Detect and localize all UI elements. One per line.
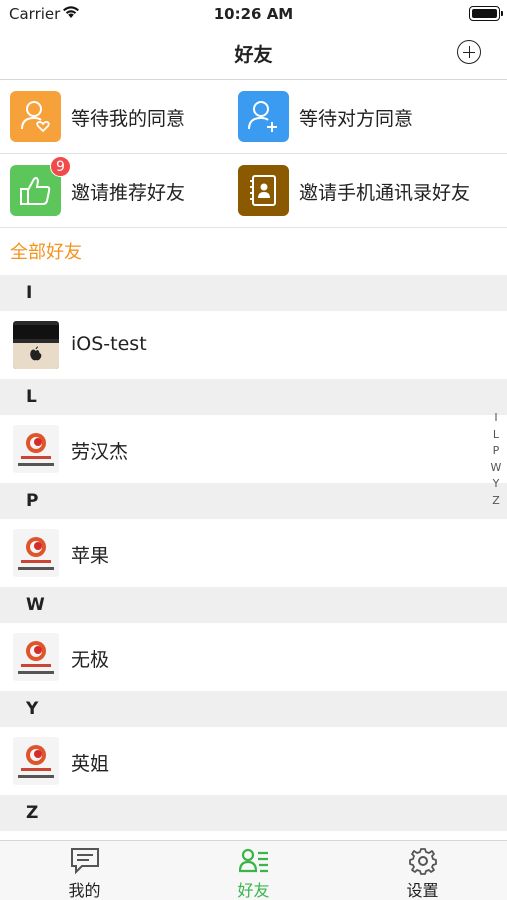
group-header: Z	[0, 795, 507, 831]
action-label: 邀请推荐好友	[71, 182, 186, 204]
avatar	[13, 321, 59, 369]
tab-bar: 我的 好友 设置	[0, 840, 507, 900]
page-title: 好友	[234, 44, 273, 66]
contact-name: 苹果	[71, 545, 110, 567]
group-header: I	[0, 275, 507, 311]
action-label: 邀请手机通讯录好友	[299, 182, 471, 204]
gear-icon	[408, 847, 438, 875]
invite-contacts-button[interactable]: 邀请手机通讯录好友	[228, 154, 478, 228]
waiting-my-approval-button[interactable]: 等待我的同意	[0, 80, 250, 154]
section-index[interactable]: I L P W Y Z	[489, 410, 503, 509]
index-letter[interactable]: Y	[489, 476, 503, 493]
index-letter[interactable]: I	[489, 410, 503, 427]
tab-label: 设置	[406, 881, 439, 900]
invite-recommended-friends-button[interactable]: 9 邀请推荐好友	[0, 154, 250, 228]
group-header: L	[0, 379, 507, 415]
index-letter[interactable]: L	[489, 427, 503, 444]
clock: 10:26 AM	[213, 5, 294, 23]
action-label: 等待对方同意	[299, 108, 414, 130]
group-header: Y	[0, 691, 507, 727]
contact-row[interactable]: 无极	[0, 623, 507, 691]
section-title: 全部好友	[10, 242, 82, 263]
action-label: 等待我的同意	[71, 108, 186, 130]
action-row: 9 邀请推荐好友 邀请手机通讯录好友	[0, 154, 507, 228]
person-add-icon	[238, 91, 289, 142]
contact-name: iOS-test	[71, 333, 147, 355]
avatar	[13, 529, 59, 577]
index-letter[interactable]: W	[489, 460, 503, 477]
contact-name: 无极	[71, 649, 110, 671]
friend-actions: 等待我的同意 等待对方同意 9 邀请推荐好友 邀请手机通讯录好友	[0, 80, 507, 228]
friends-list-icon	[238, 847, 269, 875]
tab-settings[interactable]: 设置	[338, 841, 507, 900]
contact-name: 劳汉杰	[71, 441, 129, 463]
waiting-their-approval-button[interactable]: 等待对方同意	[228, 80, 478, 154]
contact-row[interactable]: 劳汉杰	[0, 415, 507, 483]
add-friend-button[interactable]	[457, 40, 481, 64]
navigation-bar: 好友	[0, 28, 507, 80]
contacts-list: I iOS-test L 劳汉杰 P 苹果 W 无极 Y 英姐 Z	[0, 275, 507, 831]
contact-row[interactable]: 英姐	[0, 727, 507, 795]
avatar	[13, 737, 59, 785]
contact-name: 英姐	[71, 753, 110, 775]
avatar	[13, 633, 59, 681]
index-letter[interactable]: P	[489, 443, 503, 460]
status-bar: Carrier 10:26 AM	[0, 0, 507, 28]
chat-icon	[70, 847, 100, 875]
tab-label: 我的	[68, 881, 101, 900]
group-header: P	[0, 483, 507, 519]
action-row: 等待我的同意 等待对方同意	[0, 80, 507, 154]
battery-icon	[469, 6, 503, 21]
contact-row[interactable]: iOS-test	[0, 311, 507, 379]
index-letter[interactable]: Z	[489, 493, 503, 510]
tab-mine[interactable]: 我的	[0, 841, 169, 900]
avatar	[13, 425, 59, 473]
contact-book-icon	[238, 165, 289, 216]
tab-label: 好友	[237, 881, 270, 900]
tab-friends[interactable]: 好友	[169, 841, 338, 900]
contact-row[interactable]: 苹果	[0, 519, 507, 587]
notification-badge: 9	[50, 156, 71, 177]
person-heart-icon	[10, 91, 61, 142]
group-header: W	[0, 587, 507, 623]
